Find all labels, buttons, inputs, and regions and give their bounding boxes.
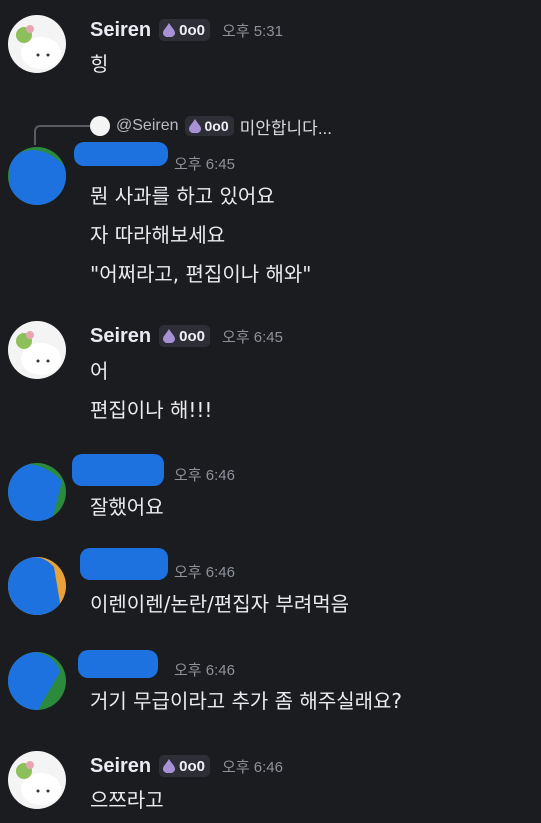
purple-drop-icon [163, 23, 176, 37]
timestamp: 오후 6:45 [174, 155, 235, 173]
message-text: 이렌이렌/논란/편집자 부려먹음 [90, 592, 350, 616]
author-name[interactable]: Seiren [90, 325, 151, 348]
reply-preview[interactable]: @Seiren 0o0 미안합니다... [90, 113, 332, 139]
role-badge[interactable]: 0o0 [159, 19, 211, 41]
badge-label: 0o0 [179, 327, 206, 345]
role-badge[interactable]: 0o0 [159, 325, 211, 347]
message-text: "어쩌라고, 편집이나 해와" [90, 262, 312, 286]
message-text: 잘했어요 [90, 495, 164, 519]
message-text: 자 따라해보세요 [90, 223, 226, 247]
purple-drop-icon [188, 119, 201, 133]
author-name[interactable]: Seiren [90, 19, 151, 42]
message-text: 뭔 사과를 하고 있어요 [90, 184, 275, 208]
reply-avatar-icon [90, 116, 110, 136]
message-text: 으쯔라고 [90, 788, 164, 812]
redacted-author [80, 548, 168, 580]
redacted-author [78, 650, 158, 678]
redacted-author [72, 454, 164, 486]
seiren-avatar-icon[interactable] [8, 15, 66, 73]
avatar[interactable] [8, 463, 66, 521]
badge-label: 0o0 [179, 21, 206, 39]
timestamp: 오후 6:46 [174, 661, 235, 679]
timestamp: 오후 6:46 [222, 758, 283, 776]
timestamp: 오후 6:46 [174, 466, 235, 484]
avatar[interactable] [8, 557, 66, 615]
badge-label: 0o0 [204, 118, 229, 134]
avatar[interactable] [8, 652, 66, 710]
author-name[interactable]: Seiren [90, 755, 151, 778]
seiren-avatar-icon[interactable] [8, 321, 66, 379]
purple-drop-icon [163, 759, 176, 773]
avatar[interactable] [8, 147, 66, 205]
reply-snippet: 미안합니다... [239, 118, 332, 138]
timestamp: 오후 6:46 [174, 563, 235, 581]
seiren-avatar-icon[interactable] [8, 751, 66, 809]
purple-drop-icon [163, 329, 176, 343]
timestamp: 오후 5:31 [222, 22, 283, 40]
badge-label: 0o0 [179, 757, 206, 775]
redacted-author [74, 142, 168, 166]
message-text: 편집이나 해!!! [90, 398, 213, 422]
role-badge: 0o0 [184, 116, 234, 136]
timestamp: 오후 6:45 [222, 328, 283, 346]
message-text: 어 [90, 359, 109, 383]
message-text: 힝 [90, 52, 109, 76]
message-text: 거기 무급이라고 추가 좀 해주실래요? [90, 689, 403, 713]
reply-mention[interactable]: @Seiren [116, 117, 179, 135]
role-badge[interactable]: 0o0 [159, 755, 211, 777]
